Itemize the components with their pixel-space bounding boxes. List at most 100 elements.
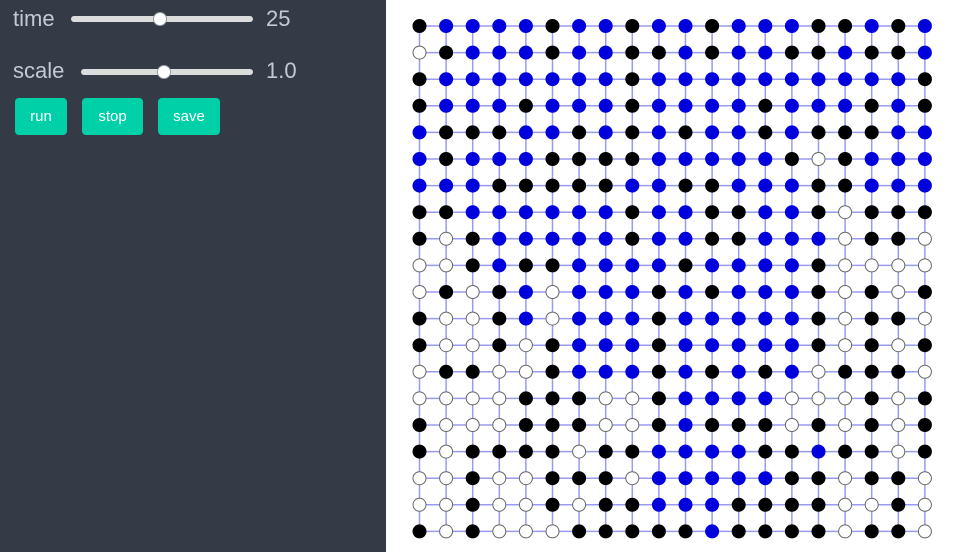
node-blue xyxy=(784,285,799,299)
node-black xyxy=(811,311,826,326)
node-black xyxy=(811,45,826,60)
node-blue xyxy=(598,231,613,246)
node-black xyxy=(811,497,826,512)
node-blue xyxy=(518,45,533,60)
node-white xyxy=(518,338,533,353)
node-blue xyxy=(598,338,613,353)
save-button[interactable]: save xyxy=(158,98,220,135)
time-slider-thumb[interactable] xyxy=(153,12,168,26)
node-blue xyxy=(545,205,560,220)
node-blue xyxy=(731,125,746,140)
node-blue xyxy=(784,178,799,193)
node-black xyxy=(412,19,427,33)
node-blue xyxy=(731,285,746,299)
stop-button[interactable]: stop xyxy=(82,98,143,135)
node-black xyxy=(598,471,613,486)
node-blue xyxy=(705,258,720,273)
node-black xyxy=(705,285,720,299)
control-panel: time 25 scale 1.0 run stop save xyxy=(0,0,386,552)
node-blue xyxy=(465,205,480,220)
node-black xyxy=(811,19,826,33)
node-black xyxy=(758,524,773,539)
node-white xyxy=(917,497,932,512)
node-blue xyxy=(811,444,826,459)
time-value: 25 xyxy=(266,6,291,31)
node-black xyxy=(545,391,560,406)
node-black xyxy=(784,524,799,539)
node-blue xyxy=(625,338,640,353)
node-blue xyxy=(545,98,560,113)
node-blue xyxy=(439,19,454,33)
lattice-canvas[interactable] xyxy=(386,0,960,552)
node-blue xyxy=(572,285,587,299)
node-blue xyxy=(784,19,799,33)
node-blue xyxy=(465,72,480,87)
node-black xyxy=(864,231,879,246)
node-black xyxy=(572,471,587,486)
node-black xyxy=(465,231,480,246)
time-slider[interactable] xyxy=(71,12,253,26)
node-black xyxy=(625,231,640,246)
node-blue xyxy=(705,391,720,406)
node-white xyxy=(518,524,533,539)
node-blue xyxy=(572,364,587,379)
node-black xyxy=(705,364,720,379)
node-white xyxy=(917,364,932,379)
node-blue xyxy=(412,152,427,166)
node-black xyxy=(598,524,613,539)
node-blue xyxy=(625,258,640,273)
node-black xyxy=(545,444,560,459)
node-blue xyxy=(678,152,693,166)
node-black xyxy=(598,152,613,166)
node-white xyxy=(784,391,799,406)
node-black xyxy=(572,125,587,140)
node-black xyxy=(651,45,666,60)
node-blue xyxy=(518,231,533,246)
node-blue xyxy=(598,19,613,33)
scale-label: scale xyxy=(13,58,65,83)
run-button[interactable]: run xyxy=(15,98,67,135)
node-white xyxy=(838,338,853,353)
node-blue xyxy=(731,72,746,87)
node-black xyxy=(545,364,560,379)
node-white xyxy=(838,311,853,326)
node-black xyxy=(545,497,560,512)
node-blue xyxy=(678,471,693,486)
node-black xyxy=(412,338,427,353)
node-blue xyxy=(492,152,507,166)
node-black xyxy=(917,72,932,87)
node-blue xyxy=(784,364,799,379)
node-black xyxy=(651,418,666,432)
node-black xyxy=(572,152,587,166)
node-black xyxy=(917,338,932,353)
node-white xyxy=(625,418,640,432)
node-white xyxy=(838,471,853,486)
node-black xyxy=(891,311,906,326)
node-black xyxy=(758,98,773,113)
node-black xyxy=(572,418,587,432)
node-white xyxy=(439,471,454,486)
node-black xyxy=(678,125,693,140)
node-black xyxy=(518,258,533,273)
node-black xyxy=(625,152,640,166)
node-black xyxy=(678,178,693,193)
node-black xyxy=(758,418,773,432)
scale-slider-thumb[interactable] xyxy=(156,65,171,79)
node-black xyxy=(838,152,853,166)
node-blue xyxy=(678,364,693,379)
node-black xyxy=(784,471,799,486)
node-black xyxy=(465,497,480,512)
node-white xyxy=(864,258,879,273)
node-black xyxy=(545,471,560,486)
node-blue xyxy=(678,311,693,326)
node-black xyxy=(891,524,906,539)
node-white xyxy=(518,497,533,512)
node-black xyxy=(731,524,746,539)
node-black xyxy=(891,471,906,486)
node-black xyxy=(731,231,746,246)
node-blue xyxy=(678,391,693,406)
node-blue xyxy=(492,231,507,246)
node-blue xyxy=(731,178,746,193)
scale-slider[interactable] xyxy=(81,65,253,79)
node-black xyxy=(864,391,879,406)
